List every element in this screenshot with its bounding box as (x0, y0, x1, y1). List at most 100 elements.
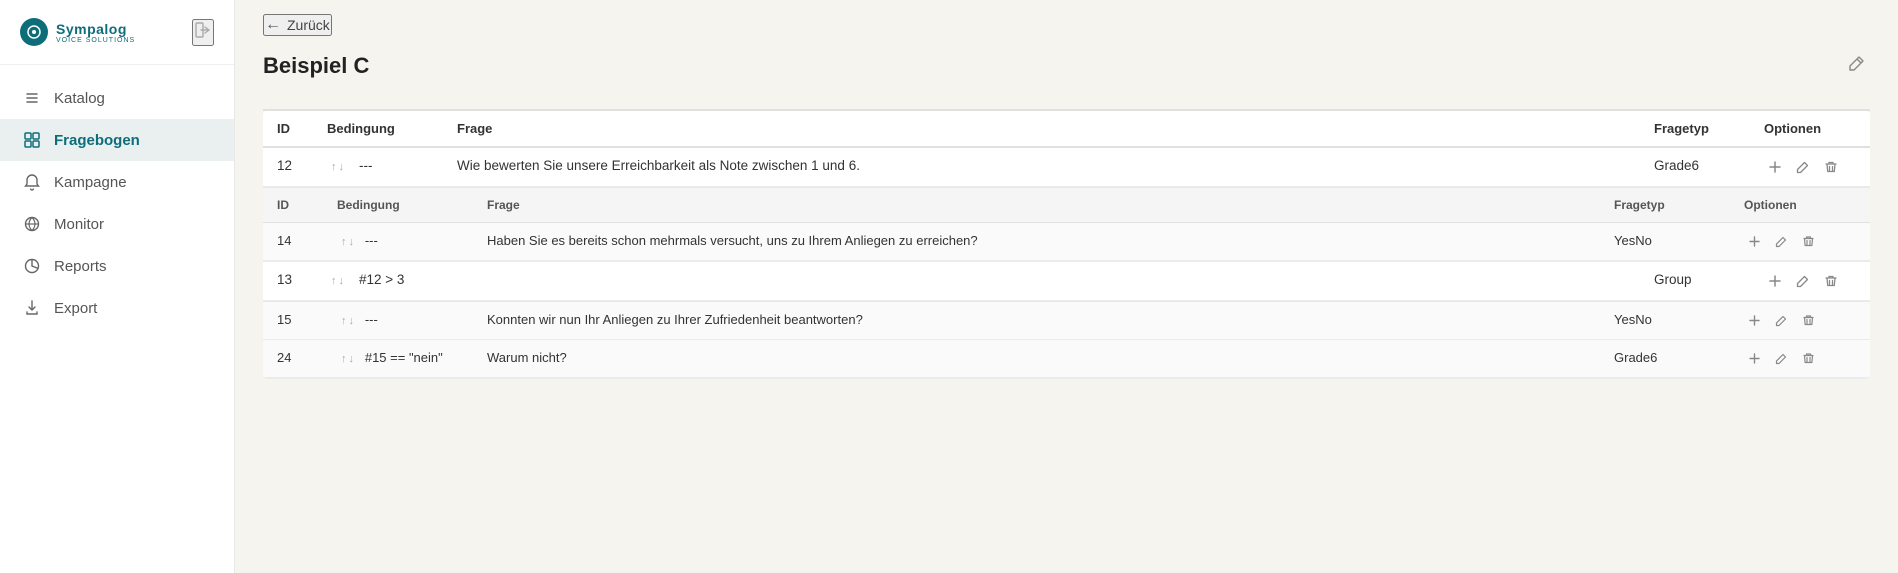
sub-table-row: 15 ↑ ↓ (263, 302, 1870, 340)
col-header-type: Fragetyp (1640, 111, 1750, 147)
sort-arrows[interactable]: ↑ ↓ (331, 275, 344, 287)
add-button[interactable] (1744, 350, 1765, 367)
edit-button[interactable] (1792, 158, 1814, 176)
sort-arrows[interactable]: ↑ ↓ (341, 353, 354, 365)
sub-table-header-row: ID Bedingung Frage Fragetyp Optionen (263, 188, 1870, 223)
row-question: Wie bewerten Sie unsere Erreichbarkeit a… (443, 147, 1640, 187)
sub-table-row: ID Bedingung Frage Fragetyp Optionen (263, 187, 1870, 262)
action-buttons (1744, 233, 1856, 250)
sub-col-header-options: Optionen (1730, 188, 1870, 223)
sort-down[interactable]: ↓ (349, 353, 355, 365)
sort-up[interactable]: ↑ (341, 315, 347, 327)
main-content: ← Zurück Beispiel C ID Bedingung Frag (235, 0, 1898, 573)
add-button[interactable] (1764, 158, 1786, 176)
edit-button[interactable] (1771, 350, 1792, 367)
sidebar-item-fragebogen-label: Fragebogen (54, 132, 140, 149)
sort-up[interactable]: ↑ (331, 161, 337, 173)
sub-row-id: 15 (263, 302, 323, 340)
table-header-row: ID Bedingung Frage Fragetyp Optionen (263, 111, 1870, 147)
page-title: Beispiel C (263, 53, 369, 79)
row-actions (1750, 262, 1870, 301)
logo: Sympalog VOICE SOLUTIONS (20, 18, 135, 46)
sub-col-header-condition: Bedingung (323, 188, 473, 223)
sub-row-type: YesNo (1600, 223, 1730, 261)
sub-row-type: Grade6 (1600, 340, 1730, 378)
list-icon (22, 88, 42, 108)
add-button[interactable] (1744, 312, 1765, 329)
sub-row-id: 24 (263, 340, 323, 378)
sidebar-item-katalog[interactable]: Katalog (0, 77, 234, 119)
sub-row-actions (1730, 223, 1870, 261)
sidebar-item-reports-label: Reports (54, 258, 107, 275)
sub-row-condition: ↑ ↓ --- (323, 223, 473, 261)
action-buttons (1744, 312, 1856, 329)
row-type: Grade6 (1640, 147, 1750, 187)
sort-arrows[interactable]: ↑ ↓ (341, 315, 354, 327)
col-header-id: ID (263, 111, 313, 147)
sub-table-row: 14 ↑ ↓ (263, 223, 1870, 261)
sort-arrows[interactable]: ↑ ↓ (331, 161, 344, 173)
delete-button[interactable] (1798, 312, 1819, 329)
sub-col-header-type: Fragetyp (1600, 188, 1730, 223)
sub-row-type: YesNo (1600, 302, 1730, 340)
logo-icon (20, 18, 48, 46)
sidebar-nav: Katalog Fragebogen Kampagne (0, 65, 234, 573)
grid-icon (22, 130, 42, 150)
sub-table-wrapper-13: 15 ↑ ↓ (263, 301, 1870, 378)
sort-up[interactable]: ↑ (341, 236, 347, 248)
sub-table-wrapper: ID Bedingung Frage Fragetyp Optionen (263, 187, 1870, 261)
sort-down[interactable]: ↓ (339, 161, 345, 173)
sidebar-item-monitor-label: Monitor (54, 216, 104, 233)
logo-subtitle: VOICE SOLUTIONS (56, 37, 135, 44)
delete-button[interactable] (1820, 272, 1842, 290)
delete-button[interactable] (1798, 233, 1819, 250)
sub-col-header-question: Frage (473, 188, 1600, 223)
row-id: 12 (263, 147, 313, 187)
back-label: Zurück (287, 17, 330, 33)
sort-up[interactable]: ↑ (341, 353, 347, 365)
add-button[interactable] (1744, 233, 1765, 250)
delete-button[interactable] (1820, 158, 1842, 176)
sidebar: Sympalog VOICE SOLUTIONS Katalog (0, 0, 235, 573)
sidebar-item-kampagne[interactable]: Kampagne (0, 161, 234, 203)
sub-row-id: 14 (263, 223, 323, 261)
sidebar-item-fragebogen[interactable]: Fragebogen (0, 119, 234, 161)
action-buttons (1764, 158, 1856, 176)
logo-text: Sympalog VOICE SOLUTIONS (56, 21, 135, 44)
sidebar-item-kampagne-label: Kampagne (54, 174, 127, 191)
logout-button[interactable] (192, 19, 214, 46)
delete-button[interactable] (1798, 350, 1819, 367)
sub-row-condition: ↑ ↓ --- (323, 302, 473, 340)
row-type: Group (1640, 262, 1750, 301)
sort-down[interactable]: ↓ (349, 315, 355, 327)
edit-button[interactable] (1792, 272, 1814, 290)
row-actions (1750, 147, 1870, 187)
row-condition: ↑ ↓ --- (313, 147, 443, 187)
row-condition: ↑ ↓ #12 > 3 (313, 262, 443, 301)
add-button[interactable] (1764, 272, 1786, 290)
monitor-icon (22, 214, 42, 234)
sort-arrows[interactable]: ↑ ↓ (341, 236, 354, 248)
row-id: 13 (263, 262, 313, 301)
table-row: 13 ↑ ↓ #12 > 3 Group (263, 262, 1870, 301)
sub-row-question: Haben Sie es bereits schon mehrmals vers… (473, 223, 1600, 261)
sub-row-actions (1730, 340, 1870, 378)
sub-col-header-id: ID (263, 188, 323, 223)
edit-button[interactable] (1771, 233, 1792, 250)
sort-up[interactable]: ↑ (331, 275, 337, 287)
edit-button[interactable] (1771, 312, 1792, 329)
reports-icon (22, 256, 42, 276)
sidebar-item-export[interactable]: Export (0, 287, 234, 329)
sidebar-item-reports[interactable]: Reports (0, 245, 234, 287)
sidebar-item-monitor[interactable]: Monitor (0, 203, 234, 245)
sort-down[interactable]: ↓ (349, 236, 355, 248)
main-table: ID Bedingung Frage Fragetyp Optionen 12 (263, 111, 1870, 379)
sub-row-condition: ↑ ↓ #15 == "nein" (323, 340, 473, 378)
sort-down[interactable]: ↓ (339, 275, 345, 287)
back-button[interactable]: ← Zurück (263, 14, 332, 36)
topbar: ← Zurück (235, 0, 1898, 50)
action-buttons (1764, 272, 1856, 290)
col-header-question: Frage (443, 111, 1640, 147)
back-arrow-icon: ← (265, 16, 281, 34)
edit-page-button[interactable] (1844, 50, 1870, 81)
